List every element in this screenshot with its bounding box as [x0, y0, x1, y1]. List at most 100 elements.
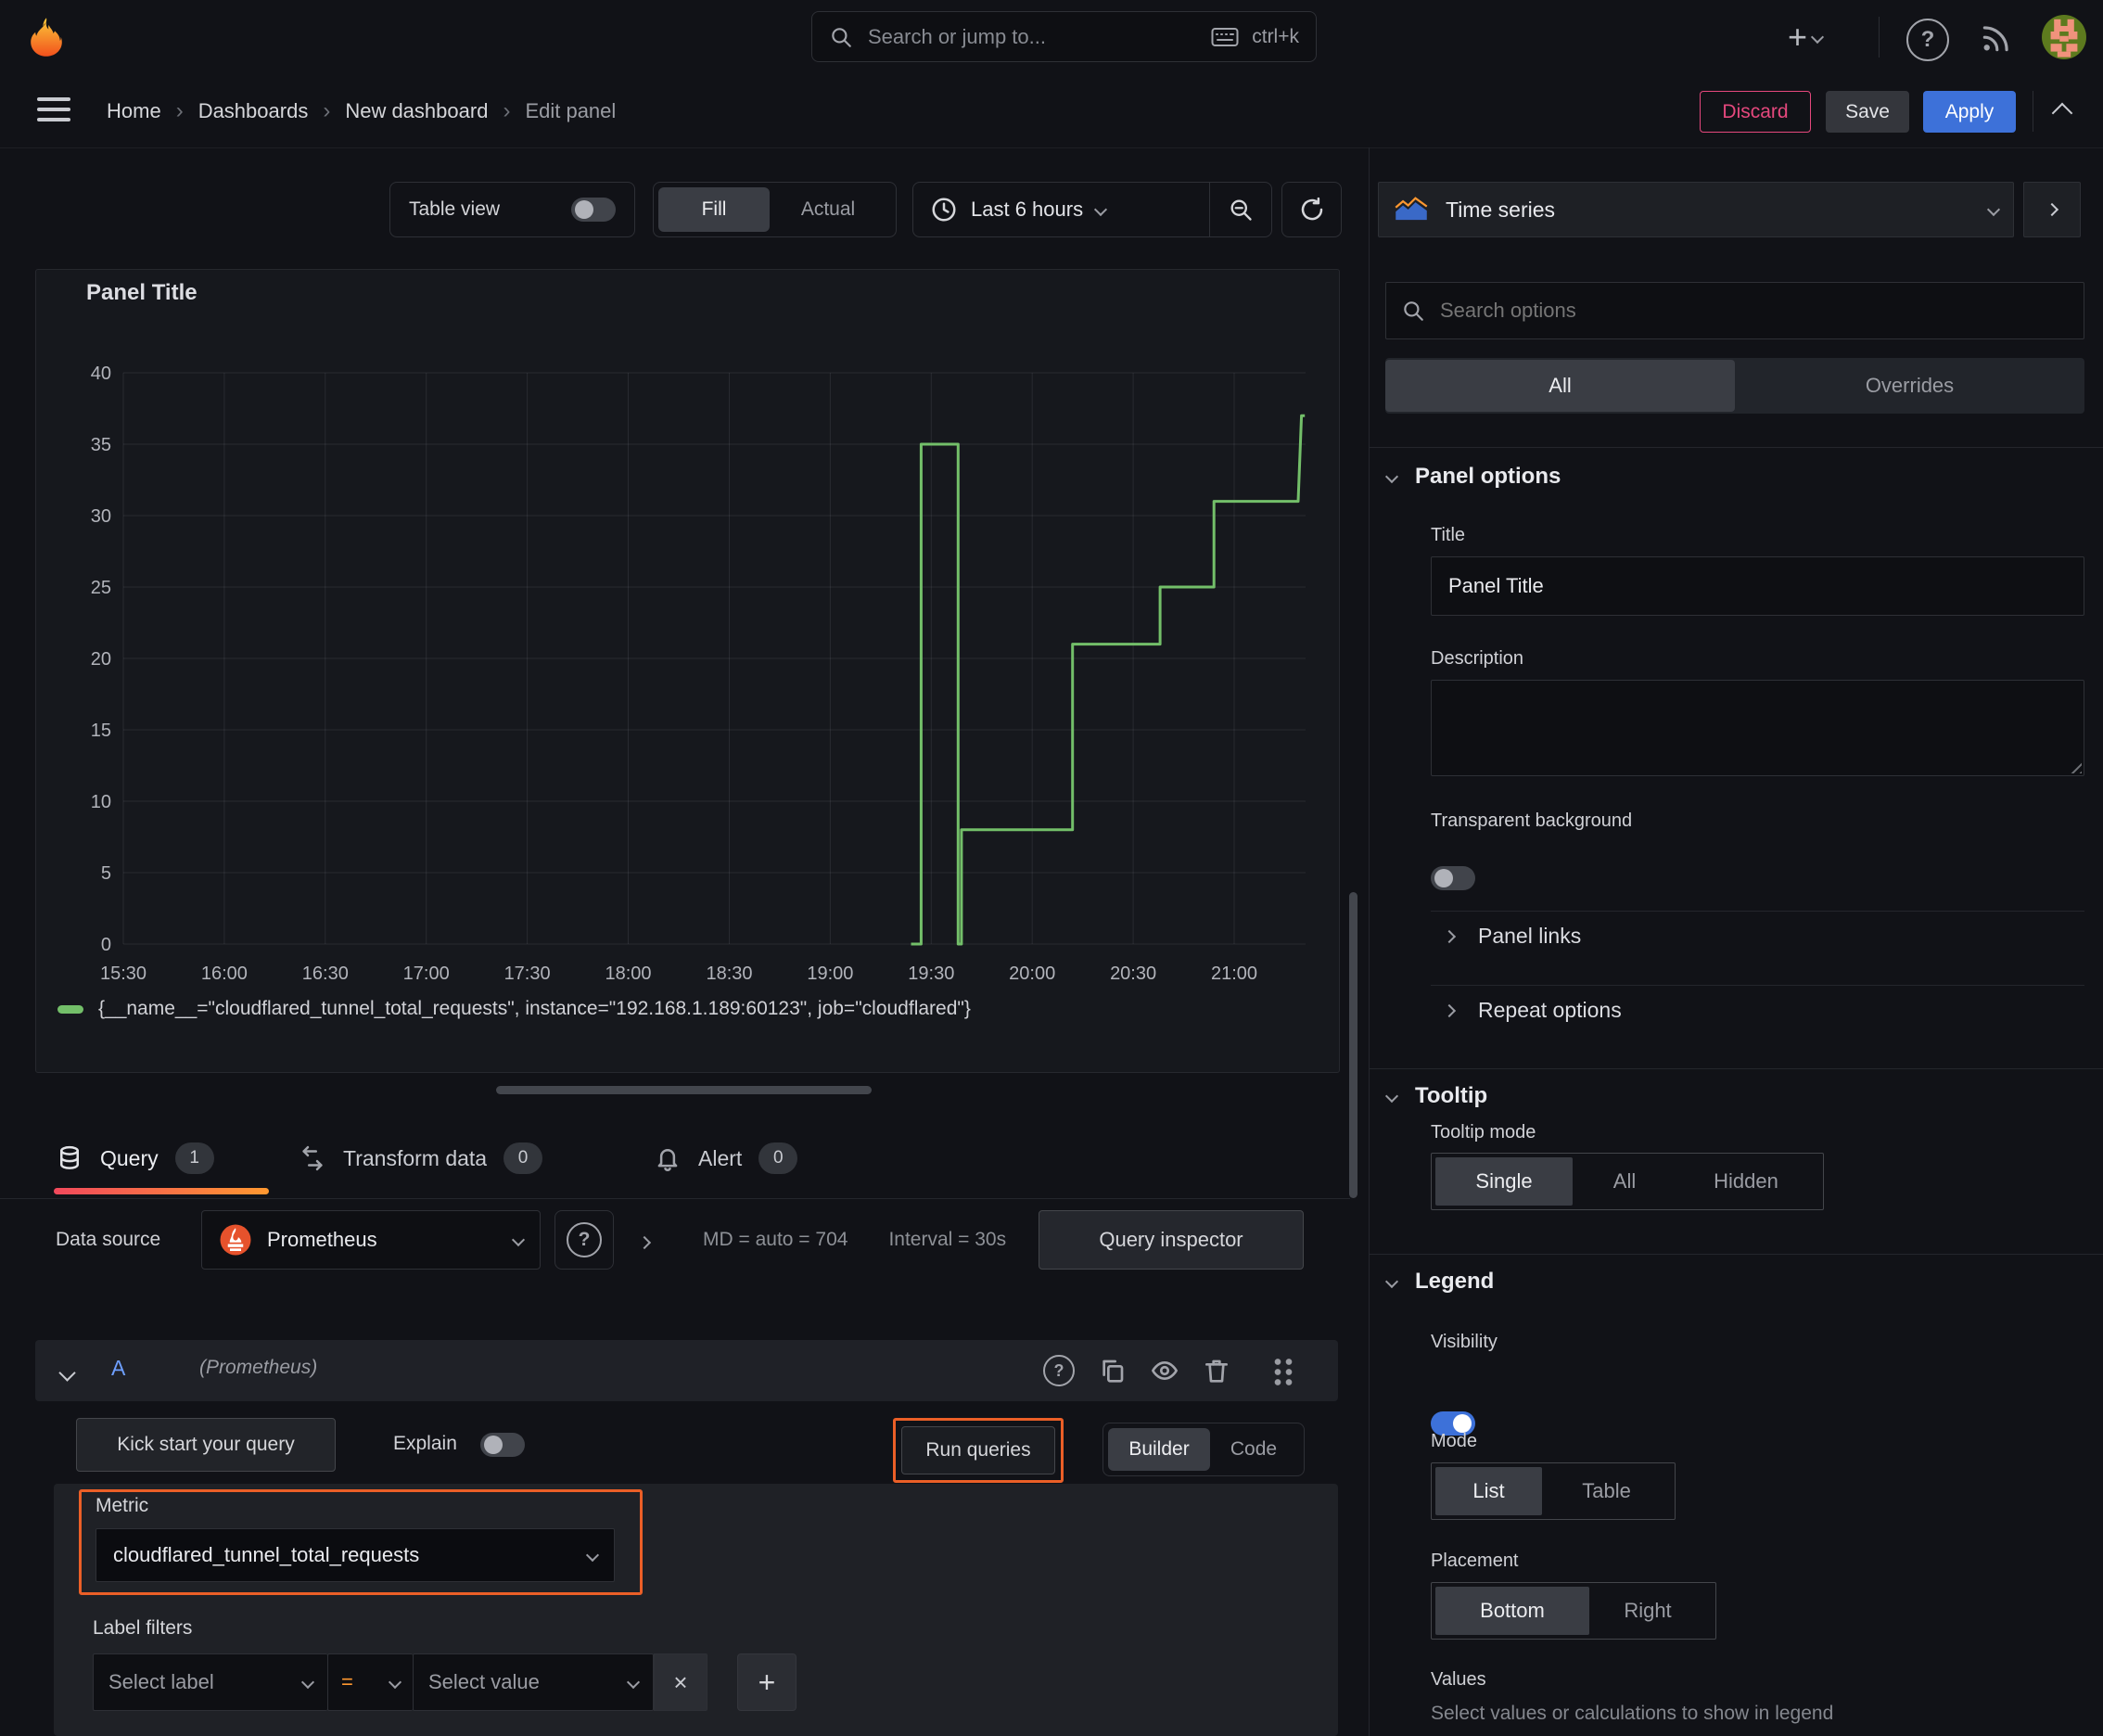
- select-label-dropdown[interactable]: Select label: [93, 1653, 327, 1711]
- kick-start-query-button[interactable]: Kick start your query: [76, 1418, 336, 1472]
- options-tabs: All Overrides: [1385, 358, 2084, 414]
- discard-button[interactable]: Discard: [1700, 91, 1811, 133]
- svg-text:16:30: 16:30: [302, 964, 349, 984]
- legend-placement-bottom[interactable]: Bottom: [1435, 1587, 1589, 1635]
- svg-text:21:00: 21:00: [1211, 964, 1257, 984]
- duplicate-query-icon[interactable]: [1098, 1356, 1128, 1385]
- remove-filter-button[interactable]: ×: [654, 1653, 707, 1711]
- transparent-background-toggle[interactable]: [1431, 866, 1475, 890]
- legend-series-label[interactable]: {__name__="cloudflared_tunnel_total_requ…: [98, 998, 971, 1020]
- builder-option[interactable]: Builder: [1108, 1428, 1210, 1471]
- tab-transform[interactable]: Transform data 0: [299, 1130, 543, 1187]
- tab-alert[interactable]: Alert 0: [654, 1130, 798, 1187]
- time-series-chart[interactable]: 15:30 16:00 16:30 17:00 17:30 18:00 18:30 19:00…: [35, 269, 1338, 1071]
- grafana-logo-icon[interactable]: [24, 15, 69, 59]
- collapse-options-pane-button[interactable]: [2051, 102, 2073, 126]
- tab-transform-count: 0: [503, 1142, 543, 1174]
- options-search[interactable]: [1385, 282, 2084, 339]
- legend-mode-table[interactable]: Table: [1542, 1467, 1671, 1515]
- tooltip-mode-switcher: Single All Hidden: [1431, 1153, 1824, 1210]
- svg-text:20:00: 20:00: [1009, 964, 1055, 984]
- breadcrumb-separator: ›: [503, 98, 511, 123]
- legend-placement-right[interactable]: Right: [1589, 1587, 1706, 1635]
- apply-button[interactable]: Apply: [1923, 91, 2016, 133]
- resize-handle[interactable]: [2069, 760, 2082, 773]
- chevron-right-icon: [1442, 1003, 1457, 1017]
- breadcrumb-separator: ›: [175, 98, 184, 123]
- toggle-query-visibility-icon[interactable]: [1150, 1356, 1179, 1385]
- chevron-down-icon: [300, 1675, 315, 1690]
- chevron-right-icon: [1442, 929, 1457, 943]
- zoom-out-time-button[interactable]: [1209, 183, 1271, 236]
- table-view-toggle[interactable]: [571, 198, 616, 222]
- keyboard-icon: [1211, 27, 1239, 46]
- breadcrumb-item-new-dashboard[interactable]: New dashboard: [345, 99, 488, 123]
- legend-swatch: [57, 1004, 83, 1014]
- panel-options-section-header[interactable]: Panel options: [1384, 464, 1561, 490]
- legend-mode-list[interactable]: List: [1435, 1467, 1543, 1515]
- run-queries-button[interactable]: Run queries: [901, 1426, 1055, 1474]
- operator-value: =: [341, 1670, 353, 1693]
- collapse-viz-pane-button[interactable]: [2023, 182, 2081, 237]
- tooltip-section-header[interactable]: Tooltip: [1384, 1083, 1487, 1109]
- chevron-down-icon: [1094, 202, 1108, 217]
- options-tab-all[interactable]: All: [1385, 360, 1735, 412]
- timeseries-viz-icon: [1395, 197, 1428, 221]
- query-row-collapse-chevron[interactable]: [58, 1363, 76, 1385]
- refresh-icon: [1301, 197, 1322, 221]
- drag-handle[interactable]: [1272, 1355, 1294, 1386]
- mega-menu-icon[interactable]: [37, 97, 70, 121]
- operator-dropdown[interactable]: =: [327, 1653, 413, 1711]
- tooltip-mode-hidden[interactable]: Hidden: [1676, 1157, 1816, 1206]
- collapse-row-chevron[interactable]: [637, 1232, 652, 1253]
- panel-description-input[interactable]: [1431, 680, 2084, 776]
- svg-text:15:30: 15:30: [100, 964, 147, 984]
- vertical-scrollbar[interactable]: [1349, 892, 1357, 1198]
- repeat-options-section-header[interactable]: Repeat options: [1442, 998, 1622, 1023]
- breadcrumb-item-home[interactable]: Home: [107, 99, 161, 123]
- actual-option[interactable]: Actual: [770, 187, 886, 232]
- datasource-name: Prometheus: [267, 1228, 377, 1251]
- time-range-picker[interactable]: Last 6 hours: [913, 183, 1209, 236]
- options-search-input[interactable]: [1438, 298, 2069, 324]
- delete-query-icon[interactable]: [1202, 1356, 1231, 1385]
- query-help-icon[interactable]: ?: [1043, 1353, 1075, 1388]
- datasource-picker[interactable]: Prometheus: [201, 1210, 541, 1270]
- svg-text:30: 30: [91, 506, 111, 527]
- time-range-controls: Last 6 hours: [912, 182, 1272, 237]
- visualization-picker[interactable]: Time series: [1378, 182, 2014, 237]
- legend-section-header[interactable]: Legend: [1384, 1269, 1494, 1295]
- explain-toggle[interactable]: [480, 1433, 525, 1457]
- section-divider: [1370, 1254, 2103, 1255]
- horizontal-scrollbar[interactable]: [496, 1086, 872, 1094]
- query-inspector-button[interactable]: Query inspector: [1039, 1210, 1304, 1270]
- news-rss-icon[interactable]: [1979, 20, 2014, 56]
- breadcrumb-item-dashboards[interactable]: Dashboards: [198, 99, 309, 123]
- help-icon[interactable]: ?: [1906, 19, 1949, 61]
- refresh-button[interactable]: [1281, 182, 1342, 237]
- fill-option[interactable]: Fill: [658, 187, 770, 232]
- legend-mode-switcher: List Table: [1431, 1462, 1676, 1520]
- new-menu-button[interactable]: +: [1788, 19, 1825, 56]
- panel-links-section-header[interactable]: Panel links: [1442, 924, 1581, 949]
- save-button[interactable]: Save: [1826, 91, 1909, 133]
- search-icon: [1404, 301, 1423, 321]
- user-avatar[interactable]: [2042, 15, 2086, 59]
- tooltip-mode-all[interactable]: All: [1573, 1157, 1676, 1206]
- metric-select[interactable]: cloudflared_tunnel_total_requests: [96, 1528, 615, 1582]
- query-ref-id[interactable]: A: [111, 1356, 125, 1381]
- code-option[interactable]: Code: [1210, 1428, 1297, 1471]
- tab-query[interactable]: Query 1: [56, 1130, 214, 1187]
- svg-text:18:00: 18:00: [605, 964, 651, 984]
- tooltip-mode-single[interactable]: Single: [1435, 1157, 1573, 1206]
- legend-values-label: Values: [1431, 1669, 1486, 1690]
- chart-legend[interactable]: {__name__="cloudflared_tunnel_total_requ…: [57, 998, 971, 1020]
- search-input[interactable]: [866, 23, 1199, 50]
- add-filter-button[interactable]: +: [737, 1653, 797, 1711]
- datasource-help-button[interactable]: ?: [554, 1210, 614, 1270]
- select-value-dropdown[interactable]: Select value: [413, 1653, 654, 1711]
- database-icon: [60, 1145, 79, 1169]
- options-tab-overrides[interactable]: Overrides: [1735, 360, 2084, 412]
- global-search[interactable]: ctrl+k: [811, 11, 1317, 62]
- panel-title-input[interactable]: [1431, 556, 2084, 616]
